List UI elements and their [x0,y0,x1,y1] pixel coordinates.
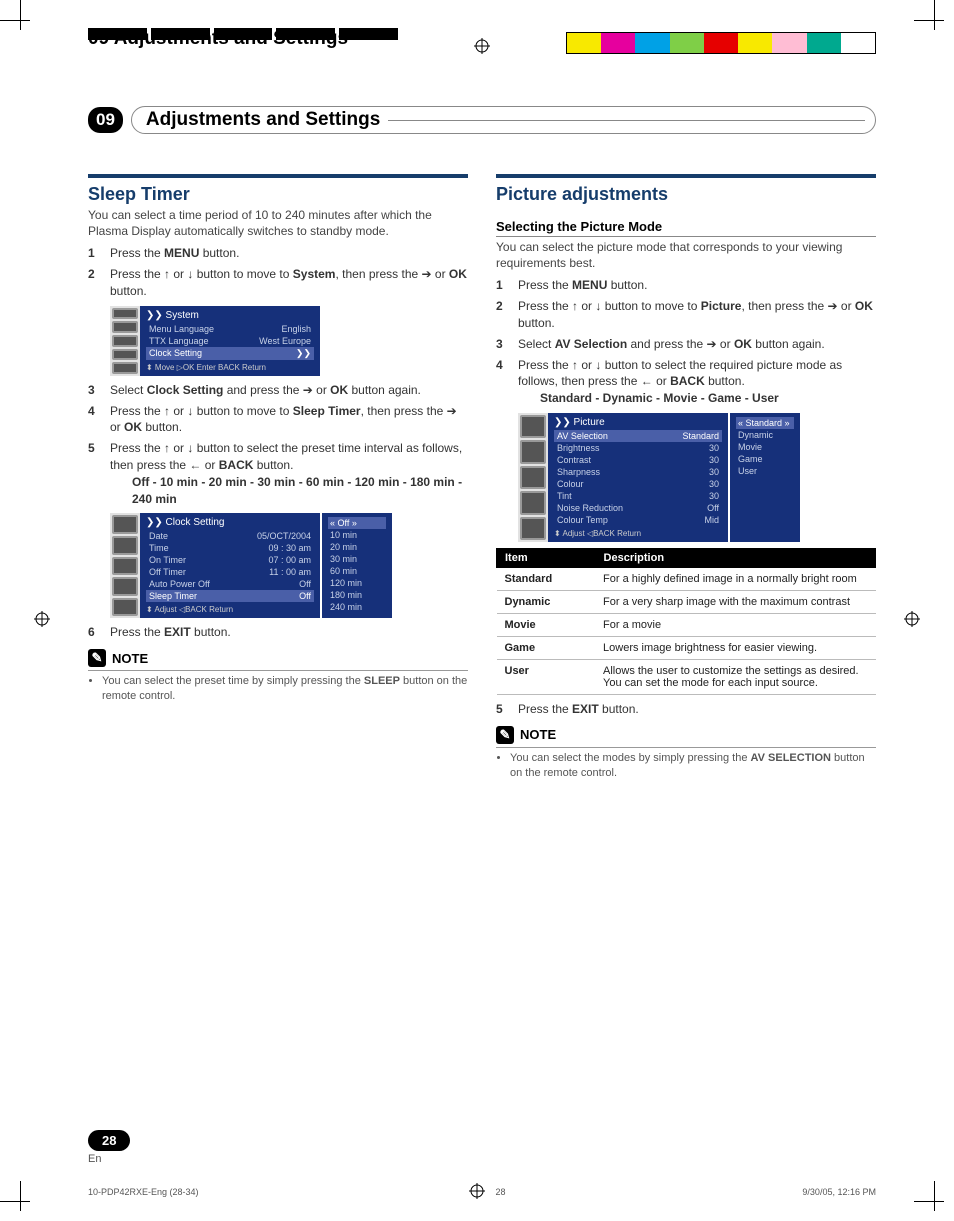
running-head: 09 Adjustments and Settings [88,28,876,50]
register-mark [474,38,490,54]
table-row: GameLowers image brightness for easier v… [497,636,876,659]
step-item: 6Press the EXIT button. [88,624,468,641]
steps-list: 1Press the MENU button. 2Press the ↑ or ↓… [496,277,876,542]
step-item: 2Press the ↑ or ↓ button to move to Syst… [88,266,468,300]
note-header: ✎ NOTE [88,649,468,667]
note-list: You can select the modes by simply press… [510,751,876,781]
register-mark [904,611,920,627]
crop-mark [914,0,954,40]
note-label: NOTE [112,651,148,666]
crop-mark [914,1181,954,1221]
table-header: Description [595,548,875,567]
chapter-header: 09 Adjustments and Settings [88,104,876,136]
page-footer: 28 En [88,1130,130,1165]
step-item: 3Select AV Selection and press the ➔ or … [496,336,876,353]
table-row: StandardFor a highly defined image in a … [497,567,876,590]
crop-mark [0,1181,40,1221]
print-page: 28 [495,1187,505,1197]
left-column: Sleep Timer You can select a time period… [88,174,468,780]
table-row: MovieFor a movie [497,613,876,636]
page: 09 Adjustments and Settings 09 Adjustmen… [0,0,954,1221]
note-list: You can select the preset time by simply… [102,674,468,704]
step-item: 3Select Clock Setting and press the ➔ or… [88,382,468,399]
note-header: ✎ NOTE [496,726,876,744]
section-intro: You can select the picture mode that cor… [496,239,876,271]
description-table: Item Description StandardFor a highly de… [496,548,876,695]
print-info: 10-PDP42RXE-Eng (28-34) 28 9/30/05, 12:1… [88,1187,876,1197]
note-icon: ✎ [88,649,106,667]
step-item: 5Press the EXIT button. [496,701,876,718]
chapter-title: Adjustments and Settings [146,109,380,131]
table-row: DynamicFor a very sharp image with the m… [497,590,876,613]
osd-screenshot: ❯❯ Clock SettingDate05/OCT/2004Time09 : … [110,513,468,618]
print-date: 9/30/05, 12:16 PM [802,1187,876,1197]
table-header: Item [497,548,596,567]
note-label: NOTE [520,727,556,742]
register-mark [34,611,50,627]
chapter-number: 09 [88,107,123,133]
section-title-picture: Picture adjustments [496,184,876,205]
table-row: UserAllows the user to customize the set… [497,659,876,694]
subsection-title: Selecting the Picture Mode [496,219,876,237]
page-number: 28 [88,1130,130,1151]
right-column: Picture adjustments Selecting the Pictur… [496,174,876,780]
note-item: You can select the preset time by simply… [102,674,468,704]
content-columns: Sleep Timer You can select a time period… [88,174,876,780]
osd-screenshot: ❯❯ PictureAV SelectionStandardBrightness… [518,413,876,542]
step-item: 1Press the MENU button. [496,277,876,294]
note-item: You can select the modes by simply press… [510,751,876,781]
head-black-bars [88,28,398,40]
section-intro: You can select a time period of 10 to 24… [88,207,468,239]
crop-mark [0,0,40,40]
note-icon: ✎ [496,726,514,744]
print-file: 10-PDP42RXE-Eng (28-34) [88,1187,199,1197]
steps-list: 5Press the EXIT button. [496,701,876,718]
steps-list: 1Press the MENU button. 2Press the ↑ or ↓… [88,245,468,641]
section-title-sleep-timer: Sleep Timer [88,184,468,205]
step-item: 1Press the MENU button. [88,245,468,262]
step-item: 2Press the ↑ or ↓ button to move to Pict… [496,298,876,332]
step-item: 4Press the ↑ or ↓ button to select the r… [496,357,876,407]
color-bars [566,32,876,54]
step-item: 5Press the ↑ or ↓ button to select the p… [88,440,468,507]
osd-screenshot: ❯❯ SystemMenu LanguageEnglishTTX Languag… [110,306,468,376]
page-lang: En [88,1153,130,1165]
step-item: 4Press the ↑ or ↓ button to move to Slee… [88,403,468,437]
